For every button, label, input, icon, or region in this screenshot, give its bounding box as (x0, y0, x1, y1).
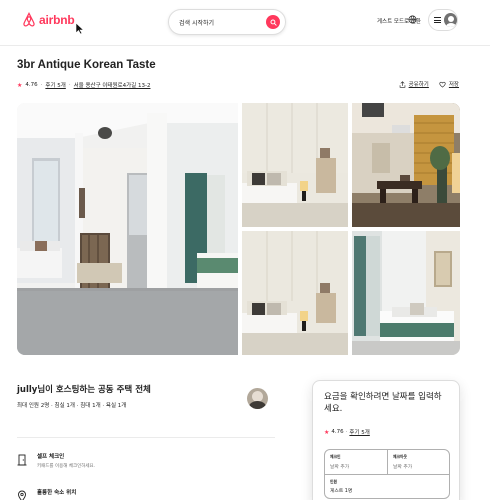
divider (17, 437, 275, 438)
heart-icon (439, 81, 446, 88)
feature-desc: 키패드를 이용해 체크인하세요. (37, 464, 96, 469)
mouse-cursor-icon (75, 22, 85, 35)
star-icon: ★ (17, 81, 23, 89)
guests-value: 게스트 1명 (330, 489, 353, 494)
checkout-value: 날짜 추가 (393, 465, 413, 470)
booking-card: 요금을 확인하려면 날짜를 입력하세요. ★ 4.76 · 후기 5개 체크인 … (312, 380, 460, 500)
host-title: jully님이 호스팅하는 공동 주택 전체 (17, 385, 151, 395)
listing-rating: 4.76 (25, 82, 38, 88)
star-icon: ★ (324, 428, 330, 436)
search-icon (269, 18, 277, 26)
guests-field[interactable]: 인원 게스트 1명 (325, 475, 450, 498)
guests-label: 인원 (330, 479, 337, 484)
checkin-label: 체크인 (330, 454, 341, 459)
booking-rating: ★ 4.76 · 후기 5개 (324, 428, 370, 437)
top-nav: airbnb 검색 시작하기 게스트 모드로 전환 (0, 0, 490, 46)
listing-meta: ★ 4.76 · 후기 5개 · 서울 용산구 이태원로4가길 13-2 (17, 81, 151, 90)
listing-actions: 공유하기 저장 (399, 80, 459, 88)
share-label: 공유하기 (408, 82, 429, 88)
airbnb-logo-icon (23, 12, 35, 27)
listing-photo-3[interactable] (352, 103, 460, 227)
date-picker: 체크인 날짜 추가 체크아웃 날짜 추가 인원 게스트 1명 (324, 449, 450, 499)
host-avatar[interactable] (247, 388, 268, 409)
photo-gallery (17, 103, 460, 355)
user-menu-button[interactable] (428, 9, 458, 31)
share-button[interactable]: 공유하기 (399, 80, 429, 88)
save-label: 저장 (448, 82, 459, 88)
checkin-field[interactable]: 체크인 날짜 추가 (325, 450, 388, 475)
feature-location: 훌륭한 숙소 위치 (17, 488, 76, 500)
feature-title: 훌륭한 숙소 위치 (37, 490, 77, 496)
door-icon (17, 454, 27, 466)
hamburger-icon (434, 17, 441, 23)
reviews-link[interactable]: 후기 5개 (45, 81, 65, 89)
checkin-value: 날짜 추가 (330, 465, 350, 470)
location-pin-icon (18, 490, 26, 500)
booking-rating-value: 4.76 (331, 429, 344, 435)
listing-photo-5[interactable] (352, 231, 460, 355)
photo-bedroom-1 (242, 103, 348, 227)
booking-reviews-link[interactable]: 후기 5개 (349, 428, 369, 436)
booking-prompt: 요금을 확인하려면 날짜를 입력하세요. (324, 392, 442, 414)
checkout-label: 체크아웃 (393, 454, 407, 459)
photo-bedroom-3 (352, 231, 460, 355)
listing-photo-2[interactable] (242, 103, 348, 227)
listing-capacity: 최대 인원 2명 · 침실 1개 · 침대 1개 · 욕실 1개 (17, 403, 127, 409)
search-button[interactable] (266, 15, 280, 29)
listing-photo-main[interactable] (17, 103, 238, 355)
photo-bedroom-2 (242, 231, 348, 355)
user-avatar-icon (443, 13, 457, 27)
search-input[interactable]: 검색 시작하기 (179, 18, 266, 27)
location-link[interactable]: 서울 용산구 이태원로4가길 13-2 (74, 81, 151, 89)
globe-icon[interactable] (408, 15, 417, 24)
listing-title: 3br Antique Korean Taste (17, 59, 156, 71)
listing-photo-4[interactable] (242, 231, 348, 355)
feature-self-checkin: 셀프 체크인 키패드를 이용해 체크인하세요. (17, 452, 95, 469)
photo-dining-room (352, 103, 460, 227)
logo-text: airbnb (39, 12, 75, 27)
photo-living-room (17, 103, 238, 355)
feature-title: 셀프 체크인 (37, 454, 65, 460)
save-button[interactable]: 저장 (439, 80, 459, 88)
search-bar[interactable]: 검색 시작하기 (168, 9, 286, 35)
share-icon (399, 80, 405, 88)
airbnb-logo[interactable]: airbnb (22, 12, 75, 27)
checkout-field[interactable]: 체크아웃 날짜 추가 (388, 450, 450, 475)
